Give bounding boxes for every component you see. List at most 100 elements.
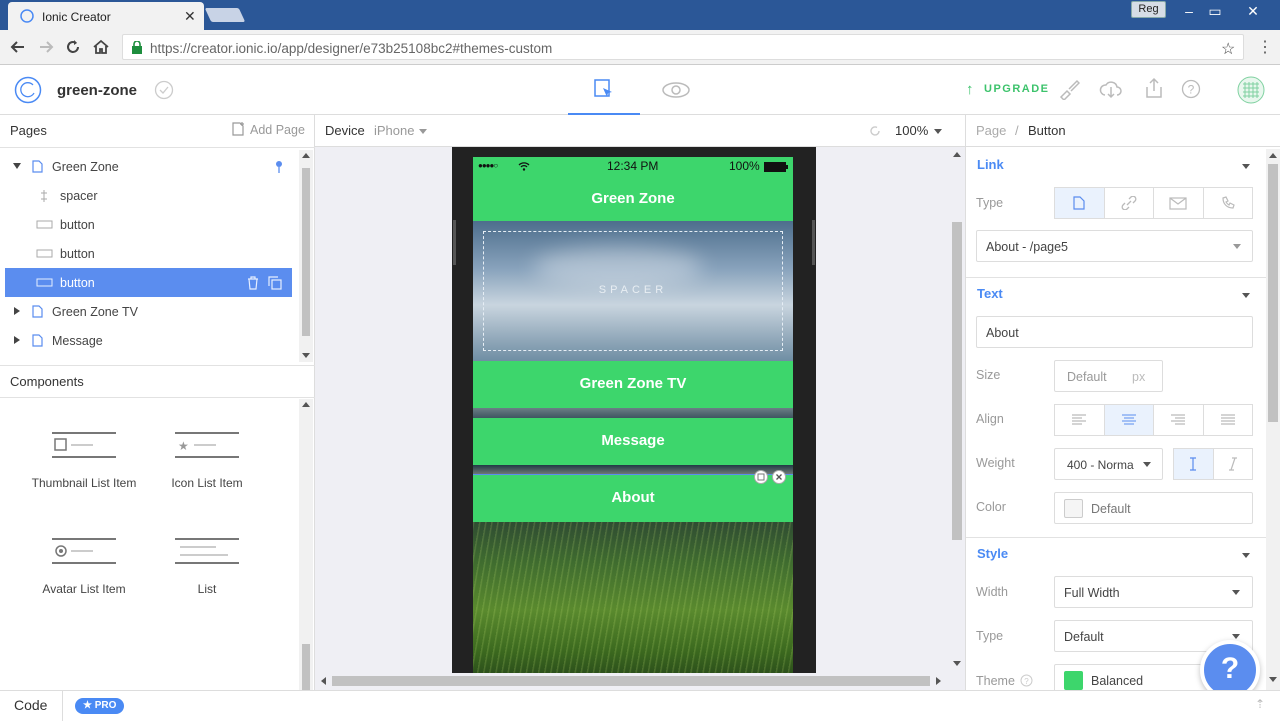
scroll-left-icon[interactable] <box>321 677 326 685</box>
expand-caret-icon[interactable] <box>13 163 21 169</box>
code-tab[interactable]: Code <box>14 697 47 713</box>
user-profile-badge[interactable]: Reg <box>1131 1 1166 18</box>
scroll-up-icon[interactable] <box>1269 153 1277 158</box>
component-avatar-list-item[interactable]: Avatar List Item <box>22 536 146 606</box>
spacer-component[interactable]: SPACER <box>483 231 783 351</box>
component-thumbnail-list-item[interactable]: Thumbnail List Item <box>22 430 146 500</box>
user-avatar[interactable] <box>1237 76 1265 104</box>
link-type-email-option[interactable] <box>1153 188 1203 218</box>
color-swatch[interactable] <box>1064 499 1083 518</box>
copy-component-icon[interactable] <box>754 470 768 484</box>
new-tab-button[interactable] <box>204 8 246 22</box>
style-section-title[interactable]: Style <box>977 546 1008 561</box>
pages-scrollbar[interactable] <box>299 150 313 362</box>
preview-eye-icon[interactable] <box>661 79 691 101</box>
font-size-input[interactable]: Default px <box>1054 360 1163 392</box>
ionic-logo-icon[interactable] <box>14 76 42 104</box>
url-field[interactable]: https://creator.ionic.io/app/designer/e7… <box>122 34 1244 60</box>
maximize-window-icon[interactable]: ▭ <box>1204 3 1226 19</box>
add-page-icon[interactable] <box>231 121 245 137</box>
components-scrollbar[interactable] <box>299 399 313 690</box>
info-icon[interactable]: ? <box>1020 674 1033 687</box>
italic-option[interactable] <box>1212 449 1253 479</box>
scroll-right-icon[interactable] <box>936 677 941 685</box>
canvas-vertical-scrollbar[interactable] <box>950 147 964 671</box>
collapsed-caret-icon[interactable] <box>14 307 20 315</box>
close-window-icon[interactable]: ✕ <box>1242 3 1264 19</box>
delete-trash-icon[interactable] <box>247 276 259 290</box>
minimize-window-icon[interactable]: – <box>1178 3 1200 19</box>
scroll-up-icon[interactable] <box>953 152 961 157</box>
phone-button-message[interactable]: Message <box>473 418 793 465</box>
remove-component-icon[interactable] <box>772 470 786 484</box>
reload-icon[interactable] <box>64 38 82 56</box>
scroll-up-icon[interactable] <box>302 402 310 407</box>
scroll-down-icon[interactable] <box>302 353 310 358</box>
designer-mode-tab[interactable] <box>568 65 640 115</box>
scrollbar-thumb[interactable] <box>302 168 310 336</box>
button-text-input[interactable]: About <box>976 316 1253 348</box>
duplicate-icon[interactable] <box>268 276 282 290</box>
add-page-button[interactable]: Add Page <box>250 123 305 137</box>
align-left-option[interactable] <box>1055 405 1104 435</box>
zoom-caret-icon[interactable] <box>934 129 942 134</box>
phone-button-green-zone-tv[interactable]: Green Zone TV <box>473 361 793 408</box>
collapse-caret-icon[interactable] <box>1242 164 1250 169</box>
home-icon[interactable] <box>92 38 110 56</box>
tree-item-button[interactable]: button <box>5 239 292 268</box>
zoom-select[interactable]: 100% <box>895 123 928 138</box>
link-section-title[interactable]: Link <box>977 157 1004 172</box>
tree-item-button-selected[interactable]: button <box>5 268 292 297</box>
tree-item-green-zone-tv[interactable]: Green Zone TV <box>5 297 292 326</box>
browser-tab[interactable]: Ionic Creator ✕ <box>8 2 204 30</box>
component-icon-list-item[interactable]: ★ Icon List Item <box>145 430 269 500</box>
breadcrumb-page-link[interactable]: Page <box>976 123 1006 138</box>
button-width-select[interactable]: Full Width <box>1054 576 1253 608</box>
tree-item-button[interactable]: button <box>5 210 292 239</box>
upgrade-arrow-icon[interactable]: ↑ <box>966 81 974 98</box>
component-list[interactable]: List <box>145 536 269 606</box>
project-name[interactable]: green-zone <box>57 82 137 99</box>
scroll-down-icon[interactable] <box>953 661 961 666</box>
close-tab-icon[interactable]: ✕ <box>184 8 196 25</box>
canvas-horizontal-scrollbar[interactable] <box>315 673 950 689</box>
phone-button-about-selected[interactable]: About <box>473 474 793 523</box>
scroll-down-icon[interactable] <box>1269 677 1277 682</box>
scrollbar-thumb[interactable] <box>1268 164 1278 422</box>
align-center-option[interactable] <box>1103 405 1153 435</box>
tree-item-message[interactable]: Message <box>5 326 292 355</box>
forward-icon[interactable] <box>37 38 55 56</box>
scrollbar-thumb[interactable] <box>952 222 962 540</box>
text-section-title[interactable]: Text <box>977 286 1003 301</box>
upgrade-button[interactable]: UPGRADE <box>984 83 1050 95</box>
device-select[interactable]: iPhone <box>374 123 414 138</box>
collapse-caret-icon[interactable] <box>1242 553 1250 558</box>
pro-badge[interactable]: ★ PRO <box>75 698 125 714</box>
tree-item-spacer[interactable]: spacer <box>5 181 292 210</box>
download-cloud-icon[interactable] <box>1099 78 1123 100</box>
link-type-url-option[interactable] <box>1103 188 1154 218</box>
collapsed-caret-icon[interactable] <box>14 336 20 344</box>
browser-menu-icon[interactable]: ⋮ <box>1257 37 1273 57</box>
help-question-icon[interactable]: ? <box>1181 79 1201 99</box>
scrollbar-thumb[interactable] <box>302 644 310 690</box>
properties-scrollbar[interactable] <box>1266 149 1280 690</box>
text-cursor-option[interactable] <box>1174 449 1213 479</box>
link-target-select[interactable]: About - /page5 <box>976 230 1253 262</box>
align-justify-option[interactable] <box>1202 405 1253 435</box>
bookmark-star-icon[interactable]: ☆ <box>1221 39 1235 59</box>
expand-panel-icon[interactable]: ⇡ <box>1255 697 1265 711</box>
scroll-up-icon[interactable] <box>302 153 310 158</box>
share-export-icon[interactable] <box>1144 77 1164 99</box>
tree-item-green-zone[interactable]: Green Zone <box>5 152 292 181</box>
link-type-page-option[interactable] <box>1055 188 1104 218</box>
link-type-phone-option[interactable] <box>1202 188 1253 218</box>
device-caret-icon[interactable] <box>419 129 427 134</box>
align-right-option[interactable] <box>1153 405 1203 435</box>
back-icon[interactable] <box>9 38 27 56</box>
theme-brush-icon[interactable] <box>1058 78 1080 100</box>
scrollbar-thumb[interactable] <box>332 676 930 686</box>
rotate-icon[interactable] <box>868 124 882 138</box>
text-color-picker[interactable]: Default <box>1054 492 1253 524</box>
font-weight-select[interactable]: 400 - Norma <box>1054 448 1163 480</box>
